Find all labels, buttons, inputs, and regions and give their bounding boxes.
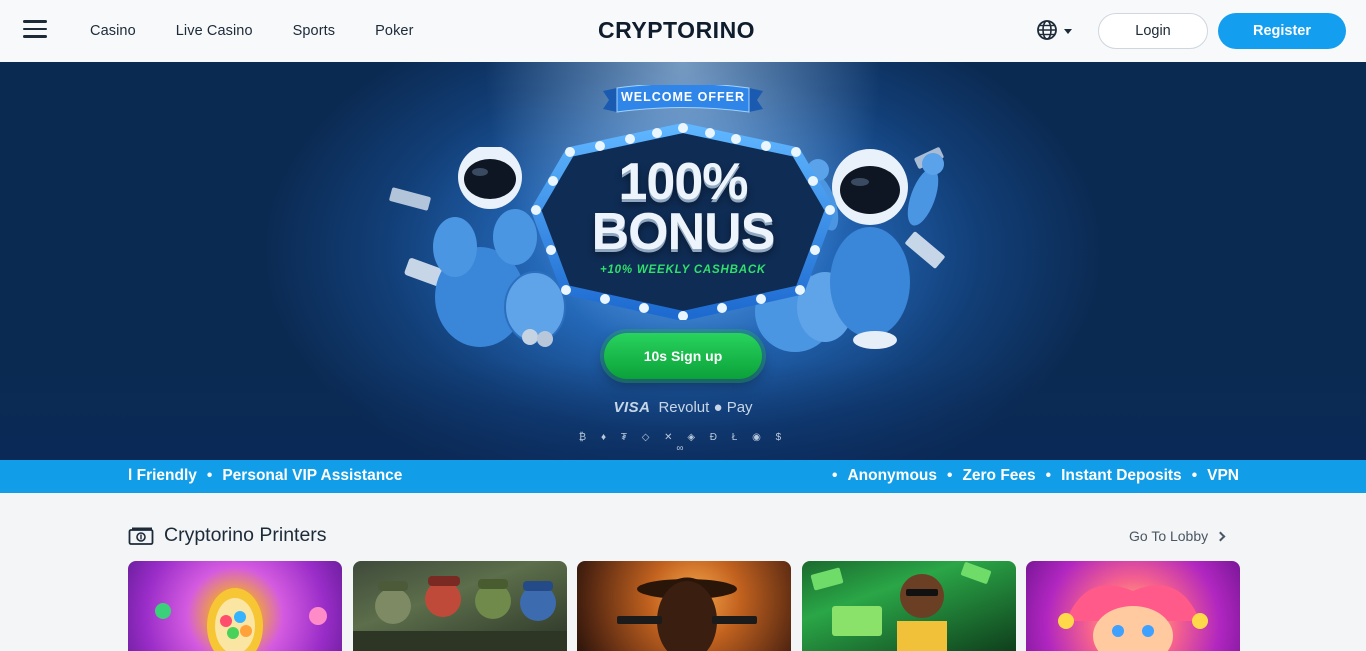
game-card[interactable] (1026, 561, 1240, 651)
marquee-left-group: l Friendly • Personal VIP Assistance (128, 467, 402, 485)
bullet: • (206, 467, 213, 484)
crypto-icons: ₿ ♦ ₮ ◇ ✕ ◈ Đ Ł ◉ $ ∞ (578, 432, 788, 454)
lobby-label: Go To Lobby (1129, 528, 1209, 544)
game-card[interactable] (128, 561, 342, 651)
marquee-track: l Friendly • Personal VIP Assistance • Anon… (128, 460, 1238, 493)
visa-logo: VISA (613, 399, 651, 416)
marquee-item: Zero Fees (962, 467, 1036, 484)
go-to-lobby-link[interactable]: Go To Lobby (1129, 528, 1226, 544)
hamburger-icon[interactable] (23, 20, 47, 40)
bullet: • (947, 467, 953, 484)
bonus-percent: 100% (618, 153, 749, 211)
register-button[interactable]: Register (1218, 13, 1346, 49)
apple-pay-logo: Pay (722, 399, 753, 416)
login-button[interactable]: Login (1098, 13, 1208, 49)
games-row (128, 561, 1251, 651)
top-header: Casino Live Casino Sports Poker CRYPTORI… (0, 0, 1366, 62)
payment-methods: VISA Revolut ● Pay (583, 399, 783, 416)
feature-marquee: l Friendly • Personal VIP Assistance • Anon… (0, 460, 1366, 493)
game-card[interactable] (352, 561, 567, 651)
section-header: Cryptorino Printers (128, 524, 327, 547)
bonus-word: BONUS (591, 203, 776, 261)
section-title: Cryptorino Printers (164, 524, 327, 546)
marquee-item: Anonymous (847, 467, 937, 484)
marquee-right-group: • Anonymous • Zero Fees • Instant Deposits • VP… (832, 467, 1238, 485)
bullet: • (1045, 467, 1052, 484)
chevron-right-icon (1215, 531, 1226, 542)
game-art (1058, 585, 1208, 651)
bonus-headline: 100% BONUS (530, 153, 836, 261)
site-logo[interactable]: CRYPTORINO (598, 17, 755, 44)
chevron-down-icon (1064, 28, 1072, 34)
bullet: • (1191, 467, 1198, 484)
bullet: • (832, 467, 838, 484)
language-selector[interactable] (1036, 19, 1072, 41)
apple-icon: ● (713, 399, 723, 416)
hero-banner[interactable]: WELCOME OFFER 100% BONUS +10% WEEKLY CAS… (0, 62, 1366, 460)
cashback-subline: +10% WEEKLY CASHBACK (599, 264, 767, 276)
game-card[interactable] (801, 561, 1016, 651)
revolut-logo: Revolut (658, 399, 710, 416)
nav-live-casino[interactable]: Live Casino (176, 23, 253, 39)
nav-casino[interactable]: Casino (90, 23, 136, 39)
game-art (155, 588, 327, 651)
signup-cta-button[interactable]: 10s Sign up (604, 333, 762, 379)
globe-icon (1037, 20, 1057, 40)
game-art (352, 576, 567, 651)
money-icon (128, 527, 154, 545)
game-art (810, 562, 991, 651)
marquee-item: l Friendly (128, 467, 197, 484)
marquee-item: Instant Deposits (1061, 467, 1182, 484)
game-card[interactable] (577, 561, 791, 651)
game-art (617, 577, 757, 651)
marquee-item: Personal VIP Assistance (222, 467, 403, 484)
marquee-item: VPN (1207, 467, 1238, 484)
nav-poker[interactable]: Poker (375, 23, 413, 39)
nav-sports[interactable]: Sports (293, 23, 336, 39)
welcome-offer-label: WELCOME OFFER (620, 90, 746, 104)
main-nav: Casino Live Casino Sports Poker (90, 0, 454, 62)
